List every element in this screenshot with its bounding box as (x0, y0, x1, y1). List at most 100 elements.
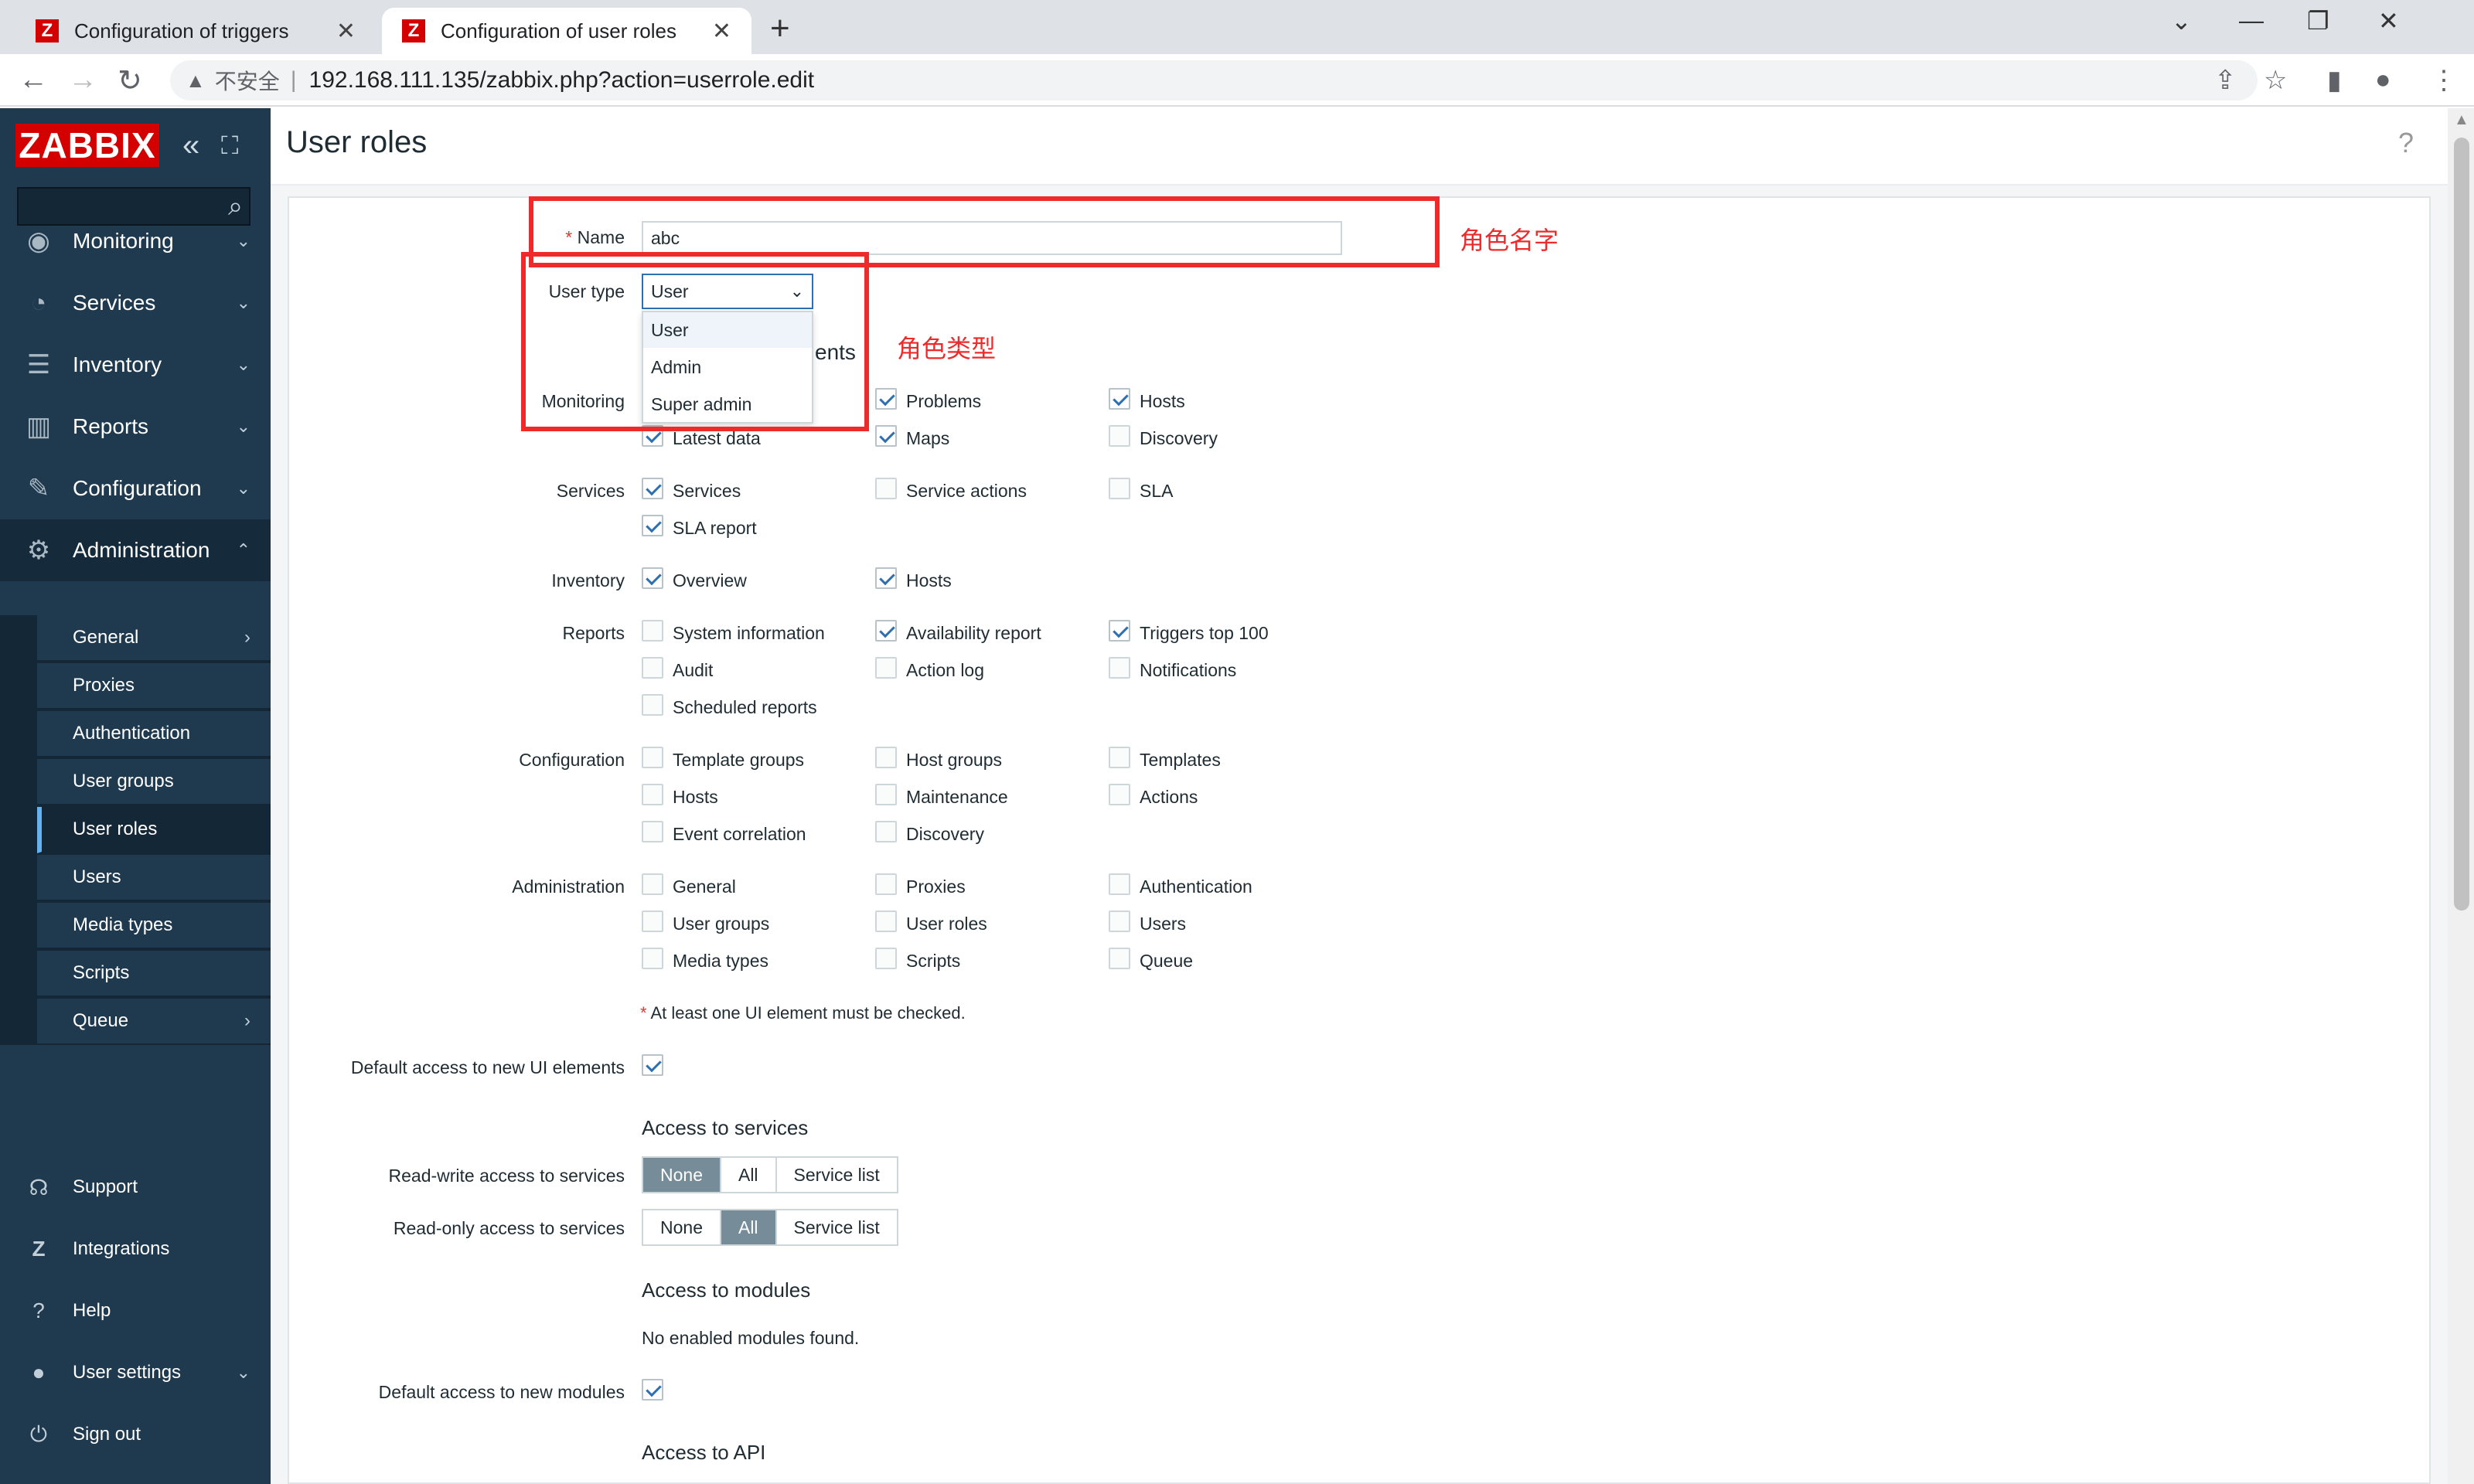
checkbox-label: Availability report (906, 623, 1041, 643)
ro-service-list-option[interactable]: Service list (776, 1210, 897, 1244)
sidebar-support[interactable]: ☊ Support (0, 1160, 271, 1214)
sidebar-sign-out[interactable]: ⏻ Sign out (0, 1407, 271, 1462)
checkbox-default-ui-access[interactable] (642, 1054, 663, 1076)
checkbox-event-correlation[interactable] (642, 821, 663, 842)
menu-reports[interactable]: ▥ Reports ⌄ (0, 396, 271, 458)
checkbox-system-information[interactable] (642, 620, 663, 642)
checkbox-overview[interactable] (642, 567, 663, 589)
access-api-title: Access to API (642, 1441, 766, 1464)
page-scrollbar[interactable]: ▲ (2448, 108, 2474, 1484)
chevron-down-icon: ⌄ (236, 293, 250, 312)
checkbox-admin-media-types[interactable] (642, 948, 663, 969)
checkbox-availability-report[interactable] (875, 620, 897, 642)
checkbox-problems[interactable] (875, 388, 897, 410)
close-icon[interactable]: ✕ (336, 18, 356, 45)
back-arrow-icon[interactable]: ← (19, 63, 48, 97)
chevron-down-icon: ⌄ (236, 231, 250, 250)
menu-administration[interactable]: ⚙ Administration ⌃ (0, 519, 271, 581)
address-bar[interactable]: ▲ 不安全 | 192.168.111.135/zabbix.php?actio… (170, 60, 2258, 100)
sidebar-user-settings[interactable]: ● User settings ⌄ (0, 1346, 271, 1400)
menu-monitoring[interactable]: ◉ Monitoring ⌄ (0, 210, 271, 272)
close-icon[interactable]: ✕ (712, 18, 731, 45)
checkbox-host-groups[interactable] (875, 747, 897, 768)
menu-configuration[interactable]: ✎ Configuration ⌄ (0, 458, 271, 519)
sidebar: ZABBIX « ⛶ ⌕ ◉ Monitoring ⌄ ◔ Services ⌄… (0, 108, 271, 1484)
zabbix-logo[interactable]: ZABBIX (15, 124, 159, 167)
checkbox-template-groups[interactable] (642, 747, 663, 768)
checkbox-scheduled-reports[interactable] (642, 694, 663, 716)
checkbox-discovery[interactable] (1109, 425, 1130, 447)
submenu-users[interactable]: Users (37, 855, 271, 901)
checkbox-sla[interactable] (1109, 478, 1130, 499)
checkbox-admin-user-roles[interactable] (875, 910, 897, 932)
checkbox-inventory-hosts[interactable] (875, 567, 897, 589)
checkbox-config-hosts[interactable] (642, 784, 663, 805)
checkbox-admin-users[interactable] (1109, 910, 1130, 932)
scroll-up-icon[interactable]: ▲ (2454, 111, 2469, 129)
checkbox-audit[interactable] (642, 657, 663, 679)
help-question-icon[interactable]: ? (2398, 127, 2414, 159)
checkbox-admin-queue[interactable] (1109, 948, 1130, 969)
menu-inventory[interactable]: ☰ Inventory ⌄ (0, 334, 271, 396)
checkbox-templates[interactable] (1109, 747, 1130, 768)
checkbox-services[interactable] (642, 478, 663, 499)
checkbox-default-modules-access[interactable] (642, 1379, 663, 1401)
profile-icon[interactable]: ● (2375, 65, 2391, 95)
submenu-queue[interactable]: Queue › (37, 999, 271, 1045)
checkbox-admin-proxies[interactable] (875, 873, 897, 895)
submenu-scripts[interactable]: Scripts (37, 951, 271, 997)
checkbox-admin-scripts[interactable] (875, 948, 897, 969)
ro-none-option[interactable]: None (643, 1210, 721, 1244)
rw-none-option[interactable]: None (643, 1158, 721, 1192)
window-close-icon[interactable]: ✕ (2378, 6, 2399, 36)
checkbox-actions[interactable] (1109, 784, 1130, 805)
menu-services[interactable]: ◔ Services ⌄ (0, 272, 271, 334)
checkbox-notifications[interactable] (1109, 657, 1130, 679)
checkbox-config-discovery[interactable] (875, 821, 897, 842)
checkbox-action-log[interactable] (875, 657, 897, 679)
share-icon[interactable]: ⇪ (2214, 65, 2237, 96)
more-vertical-icon[interactable]: ⋮ (2431, 65, 2457, 96)
ro-all-option[interactable]: All (721, 1210, 777, 1244)
checkbox-label: Event correlation (673, 824, 806, 844)
reload-icon[interactable]: ↻ (118, 63, 142, 98)
sidebar-integrations[interactable]: Z Integrations (0, 1222, 271, 1276)
forward-arrow-icon[interactable]: → (68, 63, 97, 97)
checkbox-triggers-top-100[interactable] (1109, 620, 1130, 642)
chevron-down-icon: ⌄ (236, 1363, 250, 1382)
submenu-authentication[interactable]: Authentication (37, 711, 271, 757)
checkbox-hosts[interactable] (1109, 388, 1130, 410)
chevron-right-icon: › (244, 1010, 250, 1031)
checkbox-admin-general[interactable] (642, 873, 663, 895)
chevron-down-icon[interactable]: ⌄ (2171, 6, 2192, 36)
minimize-icon[interactable]: — (2239, 6, 2264, 35)
kiosk-mode-icon[interactable]: ⛶ (221, 131, 238, 161)
star-icon[interactable]: ☆ (2264, 65, 2287, 96)
restore-icon[interactable]: ❐ (2307, 6, 2329, 36)
browser-tab-user-roles[interactable]: Z Configuration of user roles ✕ (382, 8, 751, 54)
submenu-proxies[interactable]: Proxies (37, 663, 271, 710)
submenu-media-types[interactable]: Media types (37, 903, 271, 949)
collapse-sidebar-icon[interactable]: « (182, 128, 199, 163)
scrollbar-thumb[interactable] (2454, 138, 2469, 910)
side-panel-icon[interactable]: ▮ (2327, 65, 2342, 96)
submenu-user-groups[interactable]: User groups (37, 759, 271, 805)
checkbox-maps[interactable] (875, 425, 897, 447)
rw-service-list-option[interactable]: Service list (776, 1158, 897, 1192)
checkbox-label: Discovery (1140, 428, 1218, 448)
checkbox-admin-authentication[interactable] (1109, 873, 1130, 895)
checkbox-maintenance[interactable] (875, 784, 897, 805)
checkbox-sla-report[interactable] (642, 515, 663, 536)
checkbox-service-actions[interactable] (875, 478, 897, 499)
submenu-general[interactable]: General › (37, 615, 271, 662)
submenu-user-roles[interactable]: User roles (37, 807, 271, 853)
rw-all-option[interactable]: All (721, 1158, 777, 1192)
new-tab-button[interactable]: + (770, 9, 790, 48)
sidebar-help[interactable]: ? Help (0, 1284, 271, 1338)
group-label-administration: Administration (512, 876, 625, 897)
warning-triangle-icon: ▲ (186, 68, 206, 92)
sidebar-bottom-label: Support (73, 1176, 138, 1197)
browser-tab-triggers[interactable]: Z Configuration of triggers ✕ (15, 8, 376, 54)
checkbox-admin-user-groups[interactable] (642, 910, 663, 932)
default-modules-label: Default access to new modules (378, 1382, 625, 1402)
